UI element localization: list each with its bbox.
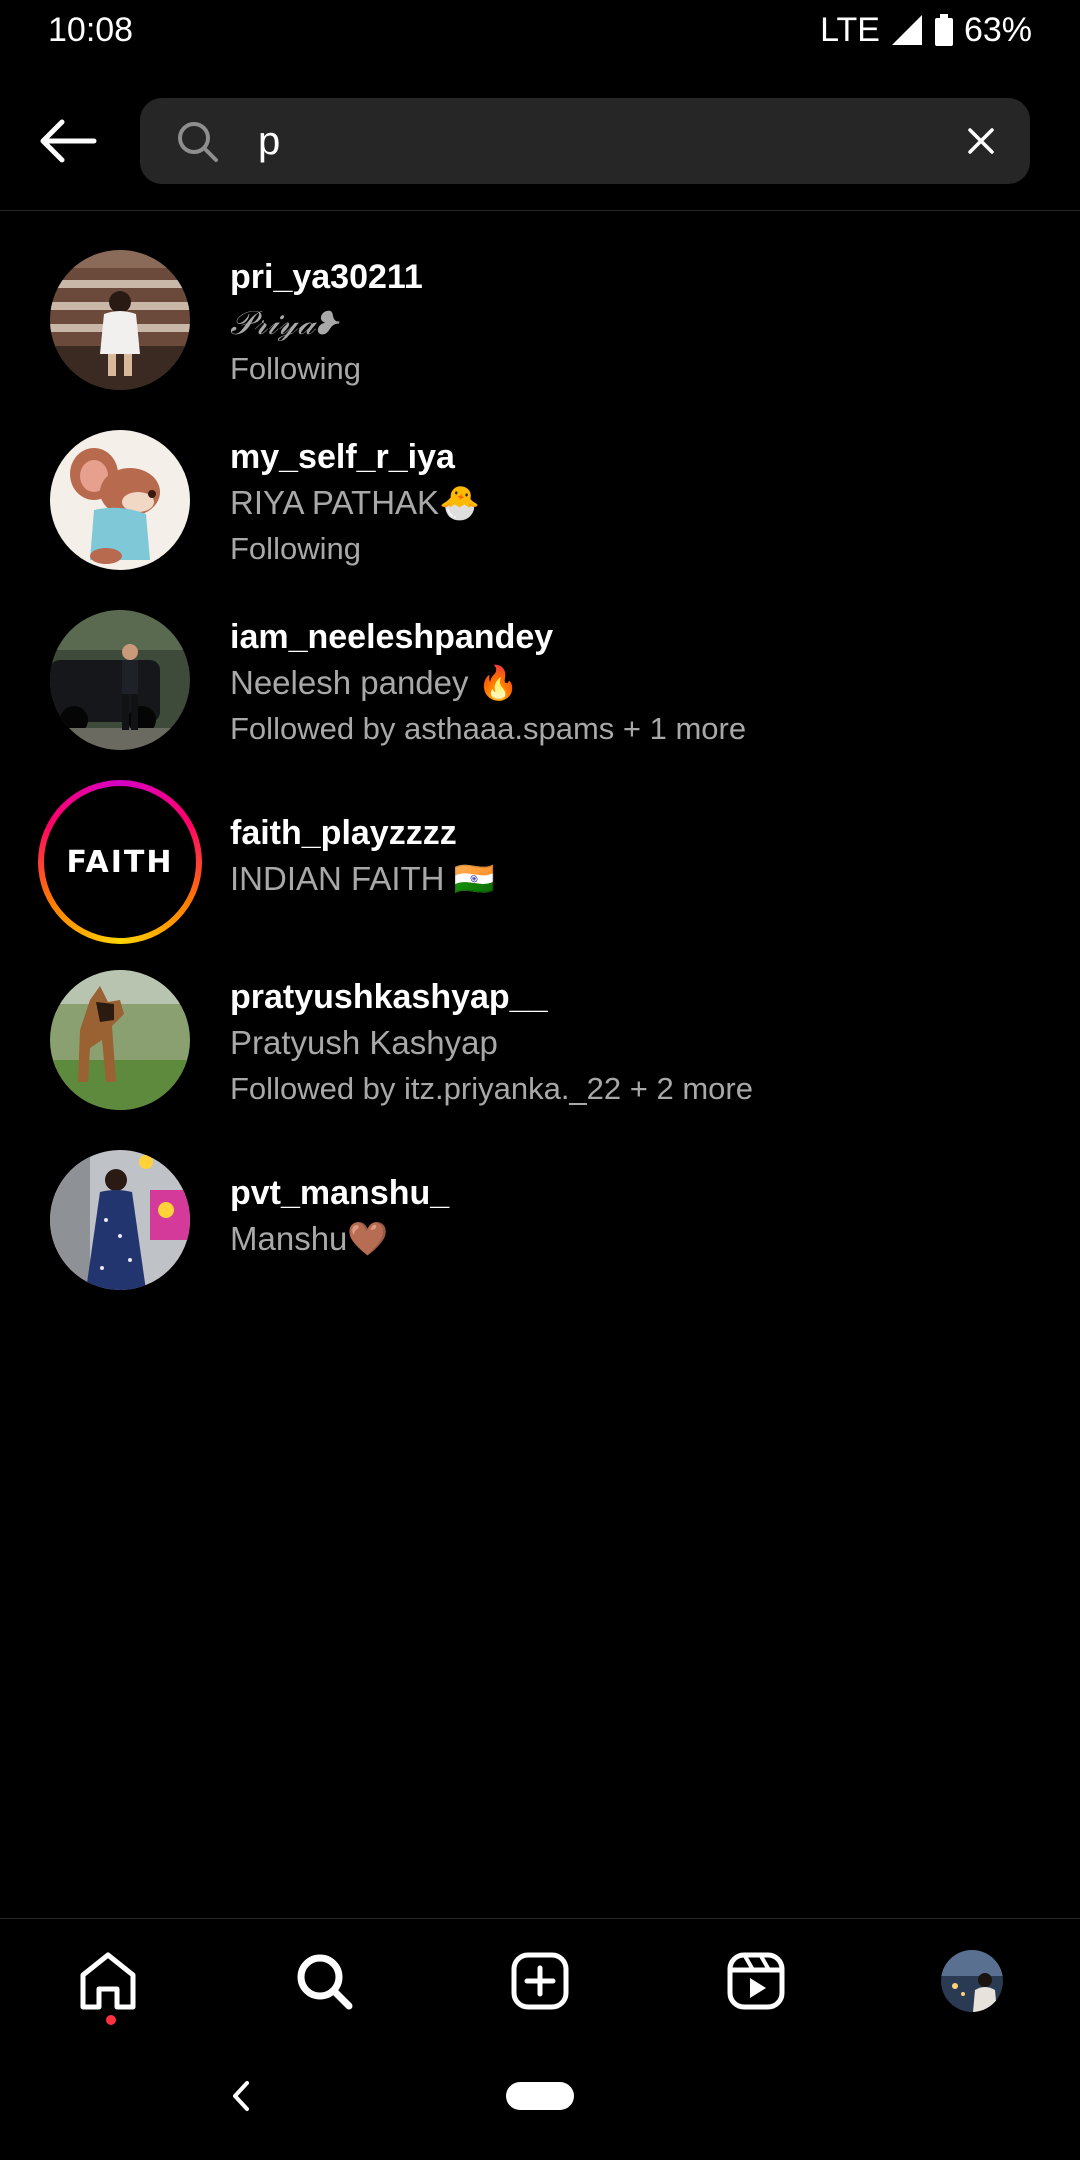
- result-item[interactable]: FAITH faith_playzzzz INDIAN FAITH 🇮🇳: [0, 780, 1080, 960]
- result-item[interactable]: pri_ya30211 𝒫𝓇𝒾𝓎𝒶❥ Following: [0, 240, 1080, 420]
- clear-search-button[interactable]: [960, 120, 1002, 162]
- result-subline: Followed by asthaaa.spams + 1 more: [230, 711, 747, 746]
- result-fullname: 𝒫𝓇𝒾𝓎𝒶❥: [230, 303, 338, 342]
- result-subline: Followed by itz.priyanka._22 + 2 more: [230, 1071, 753, 1106]
- avatar: [50, 250, 190, 390]
- signal-icon: [891, 15, 922, 45]
- avatar: FAITH: [50, 792, 190, 932]
- nav-profile[interactable]: [922, 1931, 1022, 2031]
- system-back-button[interactable]: [220, 2076, 260, 2116]
- result-username: faith_playzzzz: [230, 814, 457, 852]
- result-username: my_self_r_iya: [230, 438, 455, 476]
- result-fullname: Pratyush Kashyap: [230, 1024, 498, 1061]
- home-icon: [80, 1952, 136, 2010]
- battery-icon: [934, 14, 953, 46]
- result-text: faith_playzzzz INDIAN FAITH 🇮🇳: [230, 810, 495, 902]
- nav-search[interactable]: [274, 1931, 374, 2031]
- result-item[interactable]: my_self_r_iya RIYA PATHAK🐣 Following: [0, 420, 1080, 600]
- result-text: iam_neeleshpandey Neelesh pandey 🔥 Follo…: [230, 614, 746, 752]
- reels-icon: [727, 1952, 785, 2010]
- result-fullname: INDIAN FAITH 🇮🇳: [230, 860, 495, 897]
- search-icon: [178, 122, 218, 162]
- avatar: [50, 970, 190, 1110]
- nav-home[interactable]: [58, 1931, 158, 2031]
- bottom-nav: [0, 1918, 1080, 2043]
- system-nav-bar: [0, 2060, 1080, 2140]
- nav-create[interactable]: [490, 1931, 590, 2031]
- avatar: [50, 430, 190, 570]
- result-text: pvt_manshu_ Manshu🤎: [230, 1170, 449, 1262]
- result-username: pri_ya30211: [230, 258, 423, 296]
- search-results: pri_ya30211 𝒫𝓇𝒾𝓎𝒶❥ Following my_self_r_i…: [0, 240, 1080, 1320]
- story-ring: FAITH: [38, 780, 202, 944]
- result-username: pratyushkashyap__: [230, 978, 548, 1016]
- avatar: [50, 1150, 190, 1290]
- search-bar[interactable]: [140, 98, 1030, 184]
- result-item[interactable]: pratyushkashyap__ Pratyush Kashyap Follo…: [0, 960, 1080, 1140]
- result-fullname: RIYA PATHAK🐣: [230, 484, 481, 521]
- result-text: my_self_r_iya RIYA PATHAK🐣 Following: [230, 434, 480, 572]
- result-username: pvt_manshu_: [230, 1174, 450, 1212]
- back-button[interactable]: [36, 112, 100, 170]
- result-subline: Following: [230, 531, 361, 566]
- avatar-logo-text: FAITH: [66, 844, 174, 880]
- network-label: LTE: [820, 10, 880, 49]
- chevron-left-icon: [233, 2081, 249, 2111]
- nav-reels[interactable]: [706, 1931, 806, 2031]
- result-text: pratyushkashyap__ Pratyush Kashyap Follo…: [230, 974, 753, 1112]
- close-icon: [968, 128, 994, 154]
- result-subline: Following: [230, 351, 361, 386]
- header-divider: [0, 210, 1080, 211]
- avatar: [50, 610, 190, 750]
- result-item[interactable]: pvt_manshu_ Manshu🤎: [0, 1140, 1080, 1320]
- system-home-button[interactable]: [506, 2082, 574, 2110]
- result-fullname: Manshu🤎: [230, 1220, 389, 1257]
- result-username: iam_neeleshpandey: [230, 618, 554, 656]
- search-header: [0, 96, 1080, 186]
- result-text: pri_ya30211 𝒫𝓇𝒾𝓎𝒶❥ Following: [230, 254, 423, 392]
- arrow-left-icon: [40, 119, 97, 163]
- battery-percent: 63%: [963, 10, 1032, 49]
- create-icon: [511, 1952, 569, 2010]
- status-time: 10:08: [48, 10, 134, 49]
- search-input[interactable]: [258, 112, 898, 170]
- search-icon: [297, 1954, 353, 2010]
- result-fullname: Neelesh pandey 🔥: [230, 664, 519, 701]
- result-item[interactable]: iam_neeleshpandey Neelesh pandey 🔥 Follo…: [0, 600, 1080, 780]
- status-bar: 10:08 LTE 63%: [0, 0, 1080, 60]
- notification-dot: [106, 2015, 116, 2025]
- status-indicators: LTE 63%: [820, 11, 1032, 50]
- profile-avatar: [941, 1950, 1003, 2012]
